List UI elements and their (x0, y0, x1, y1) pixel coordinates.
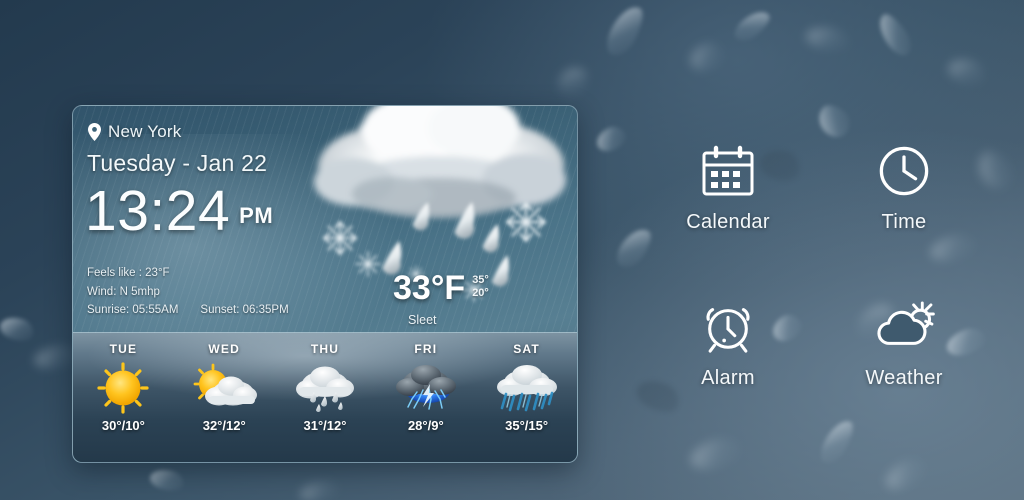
forecast-day-wed[interactable]: WED 32°/12° (174, 333, 275, 462)
low-temperature: 20° (472, 287, 489, 299)
sun-times-row: Sunrise: 05:55AM Sunset: 06:35PM (87, 301, 289, 320)
forecast-temps: 31°/12° (303, 418, 347, 433)
forecast-day-tue[interactable]: TUE 30°/10° (73, 333, 174, 462)
high-temperature: 35° (472, 274, 489, 286)
forecast-temps: 35°/15° (505, 418, 549, 433)
current-temperature-block: 33°F 35° 20° (393, 271, 489, 305)
wind-text: Wind: N 5mhp (87, 285, 160, 298)
forecast-strip: TUE 30°/10° WED 32°/12° THU 31°/12° FRI … (73, 333, 577, 462)
forecast-day-label: FRI (414, 342, 438, 356)
shortcut-label: Weather (865, 367, 943, 389)
showers-icon (490, 360, 564, 416)
sunrise-text: Sunrise: 05:55AM (87, 304, 179, 316)
location-row[interactable]: New York (88, 122, 181, 142)
shortcut-row-top: Calendar Time (640, 140, 992, 234)
shortcut-label: Calendar (686, 211, 770, 233)
current-date: Tuesday - Jan 22 (87, 150, 268, 176)
clock-icon (878, 140, 930, 202)
map-pin-icon (88, 123, 101, 141)
forecast-day-thu[interactable]: THU 31°/12° (275, 333, 376, 462)
thunderstorm-icon (389, 360, 463, 416)
weather-widget[interactable]: New York Tuesday - Jan 22 13:24 PM Feels… (72, 105, 578, 463)
forecast-day-label: THU (310, 342, 340, 356)
forecast-day-sat[interactable]: SAT 35°/15° (476, 333, 577, 462)
location-name: New York (108, 122, 182, 141)
forecast-temps: 28°/9° (407, 418, 444, 433)
forecast-day-label: TUE (109, 342, 138, 356)
shortcut-calendar[interactable]: Calendar (640, 140, 816, 234)
clock-row: 13:24 PM (85, 179, 274, 243)
weather-details: Feels like : 23°F Wind: N 5mhp Sunrise: … (87, 264, 289, 320)
shortcut-label: Time (881, 211, 927, 233)
forecast-temps: 30°/10° (101, 418, 145, 433)
sunset-text: Sunset: 06:35PM (200, 304, 289, 316)
forecast-day-label: WED (208, 342, 240, 356)
alarm-clock-icon (701, 296, 755, 358)
feels-like-text: Feels like : 23°F (87, 267, 170, 279)
current-condition: Sleet (408, 313, 437, 327)
cloud-sun-icon (872, 296, 936, 358)
calendar-icon (701, 140, 755, 202)
forecast-day-label: SAT (513, 342, 540, 356)
shortcut-row-bottom: Alarm Weather (640, 296, 992, 390)
shortcut-label: Alarm (701, 367, 755, 389)
widget-top-section: New York Tuesday - Jan 22 13:24 PM Feels… (73, 106, 577, 332)
rain-icon (288, 360, 362, 416)
current-temperature: 33°F (393, 269, 466, 307)
clock-time: 13:24 (85, 179, 231, 243)
sunny-icon (86, 360, 160, 416)
shortcut-alarm[interactable]: Alarm (640, 296, 816, 390)
forecast-temps: 32°/12° (202, 418, 246, 433)
shortcut-time[interactable]: Time (816, 140, 992, 234)
high-low-block: 35° 20° (472, 271, 489, 300)
shortcut-weather[interactable]: Weather (816, 296, 992, 390)
forecast-day-fri[interactable]: FRI 28°/9° (375, 333, 476, 462)
partly-cloudy-icon (187, 360, 261, 416)
shortcut-grid: Calendar Time Alarm Weather (640, 140, 992, 390)
clock-meridiem: PM (239, 203, 274, 229)
